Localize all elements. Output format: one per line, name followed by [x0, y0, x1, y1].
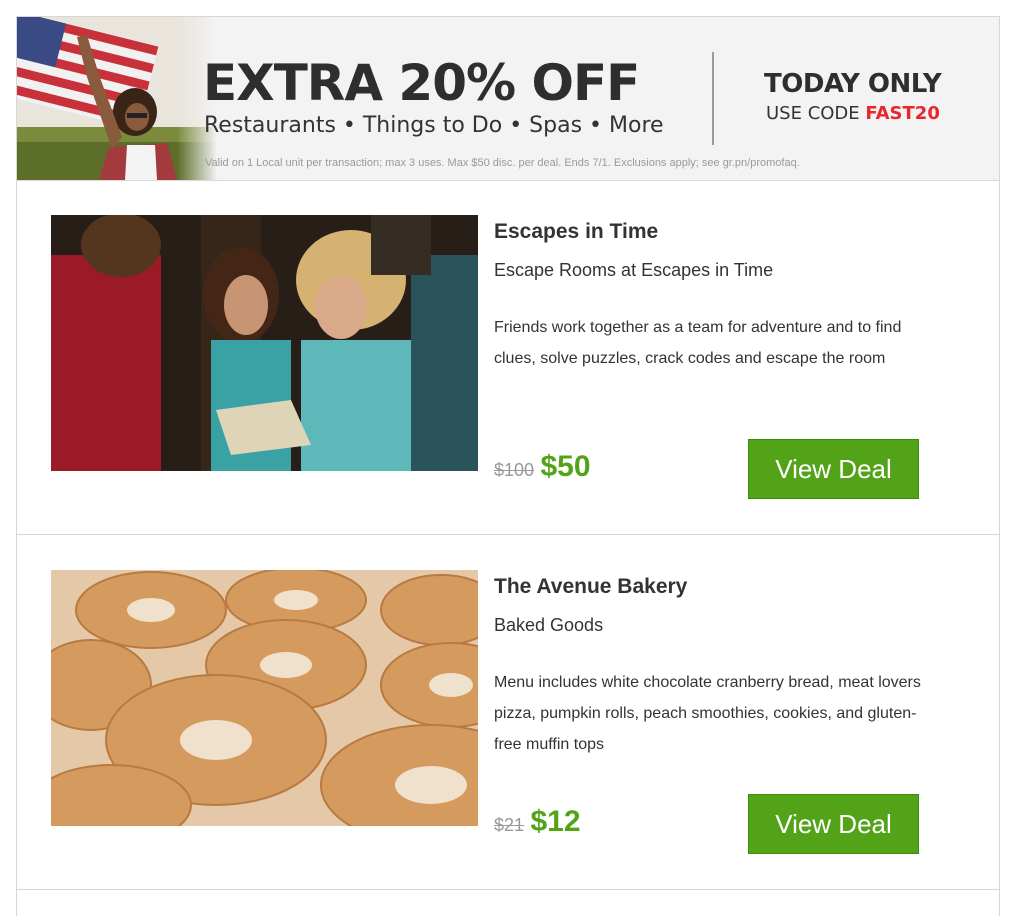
deal-price: $100 $50	[494, 450, 591, 484]
sale-price: $12	[530, 805, 581, 838]
deal-subtitle: Escape Rooms at Escapes in Time	[494, 260, 774, 280]
banner-fine-print: Valid on 1 Local unit per transaction; m…	[205, 157, 800, 169]
banner-divider	[712, 52, 714, 145]
deal-card: The Avenue Bakery Baked Goods Menu inclu…	[17, 535, 999, 890]
promo-code-line: USE CODE FAST20	[766, 103, 940, 124]
deal-card: Escapes in Time Escape Rooms at Escapes …	[17, 180, 999, 535]
banner-headline: EXTRA 20% OFF	[203, 54, 640, 112]
original-price: $21	[494, 815, 525, 835]
deal-title[interactable]: Escapes in Time	[494, 220, 658, 244]
deal-price: $21 $12	[494, 805, 581, 839]
flag-woman-photo	[17, 17, 217, 180]
email-frame: EXTRA 20% OFF Restaurants • Things to Do…	[16, 16, 1000, 916]
deal-subtitle: Baked Goods	[494, 615, 604, 635]
original-price: $100	[494, 460, 535, 480]
promo-banner[interactable]: EXTRA 20% OFF Restaurants • Things to Do…	[17, 17, 999, 181]
promo-code: FAST20	[865, 103, 940, 124]
use-code-label: USE CODE	[766, 103, 866, 124]
deal-description: Friends work together as a team for adve…	[494, 319, 902, 367]
banner-categories: Restaurants • Things to Do • Spas • More	[204, 113, 664, 138]
view-deal-button[interactable]: View Deal	[748, 439, 919, 499]
sale-price: $50	[540, 450, 591, 483]
view-deal-button[interactable]: View Deal	[748, 794, 919, 854]
donuts-photo[interactable]	[51, 570, 478, 826]
deal-description: Menu includes white chocolate cranberry …	[494, 674, 921, 753]
deal-title[interactable]: The Avenue Bakery	[494, 575, 687, 599]
today-only-label: TODAY ONLY	[764, 69, 942, 99]
escape-room-photo[interactable]	[51, 215, 478, 471]
